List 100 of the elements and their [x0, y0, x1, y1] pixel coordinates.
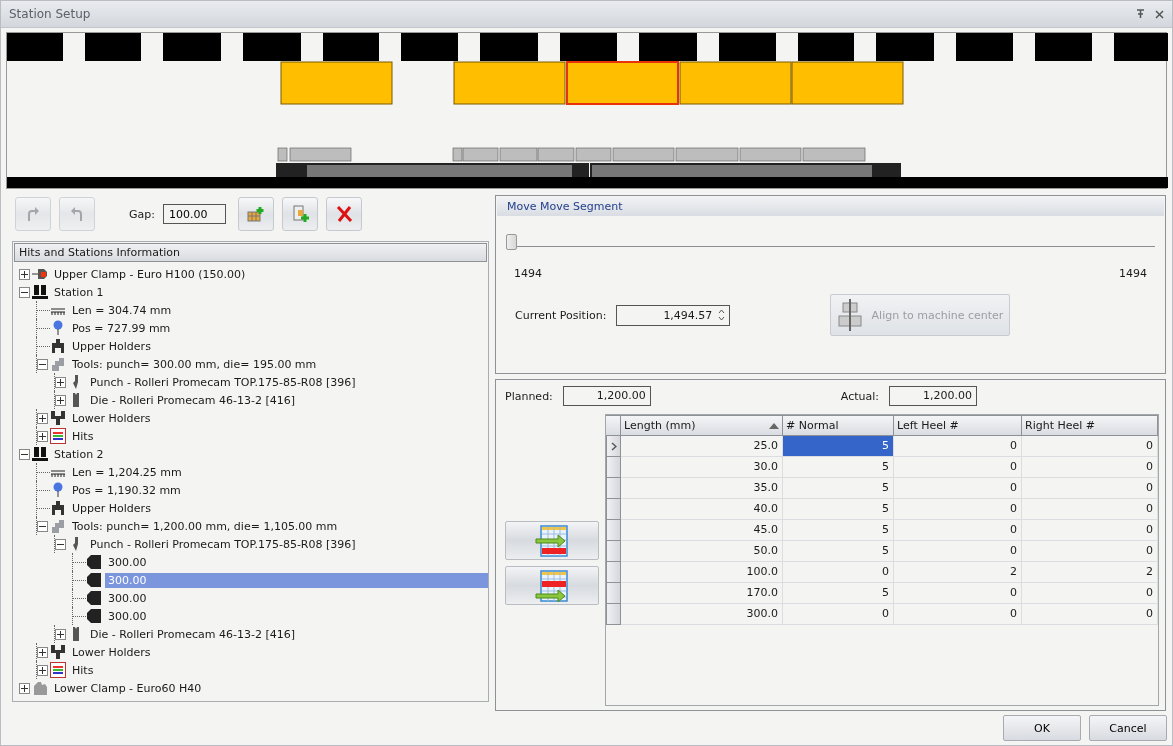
expand-icon[interactable]: [19, 682, 30, 694]
tree-item[interactable]: Len = 1,204.25 mm: [69, 464, 185, 480]
slider-min-label: 1494: [514, 267, 542, 280]
tree-item[interactable]: Station 2: [51, 446, 107, 462]
undo-icon: [69, 206, 85, 222]
planned-field[interactable]: 1,200.00: [562, 386, 651, 406]
table-cell: 0: [894, 436, 1022, 457]
table-cell: 0: [894, 583, 1022, 604]
expand-icon[interactable]: [55, 376, 66, 388]
row-indicator[interactable]: [606, 499, 621, 520]
row-indicator[interactable]: [606, 604, 621, 625]
table-cell: 170.0: [621, 583, 783, 604]
tree-item[interactable]: Lower Holders: [69, 644, 154, 660]
expand-icon[interactable]: [37, 646, 48, 658]
slider-track[interactable]: [506, 231, 1155, 247]
tree-item[interactable]: Upper Holders: [69, 500, 154, 516]
table-cell: 30.0: [621, 457, 783, 478]
table-cell: 0: [1022, 541, 1158, 562]
clamp-icon: [32, 680, 48, 696]
tree-item[interactable]: Lower Clamp - Euro60 H40: [51, 680, 205, 696]
tree-item[interactable]: Pos = 727.99 mm: [69, 320, 174, 336]
delete-icon: [334, 205, 353, 223]
collapse-icon[interactable]: [55, 538, 66, 550]
holder-icon: [50, 500, 66, 516]
tree-item[interactable]: Die - Rolleri Promecam 46-13-2 [416]: [87, 626, 299, 642]
delete-button[interactable]: [325, 197, 362, 231]
planned-label: Planned:: [505, 389, 553, 403]
expand-icon[interactable]: [55, 628, 66, 640]
actual-field[interactable]: 1,200.00: [889, 386, 977, 406]
tree-item[interactable]: 300.00: [105, 608, 150, 624]
table-arrow-icon: [535, 524, 569, 557]
holder-icon: [50, 338, 66, 354]
table-cell: 5: [783, 499, 894, 520]
row-indicator[interactable]: [606, 478, 621, 499]
column-header[interactable]: # Normal: [783, 415, 894, 436]
slider-thumb[interactable]: [506, 234, 517, 250]
tree-item[interactable]: Upper Holders: [69, 338, 154, 354]
tree-item[interactable]: Hits: [69, 428, 97, 444]
table-cell: 0: [783, 562, 894, 583]
tree-item[interactable]: Tools: punch= 300.00 mm, die= 195.00 mm: [69, 356, 320, 372]
window-title: Station Setup: [9, 7, 91, 21]
table-cell: 0: [1022, 499, 1158, 520]
row-indicator[interactable]: [606, 520, 621, 541]
table-cell: 5: [783, 541, 894, 562]
column-header[interactable]: Right Heel #: [1022, 415, 1158, 436]
close-icon[interactable]: [1155, 9, 1164, 19]
move-rows-button[interactable]: [505, 566, 599, 605]
gap-field[interactable]: 100.00: [162, 204, 226, 224]
tree-item[interactable]: Punch - Rolleri Promecam TOP.175-85-R08 [396]: [87, 374, 359, 390]
panel-header: Hits and Stations Information: [14, 243, 487, 262]
add-station-button[interactable]: [237, 197, 274, 231]
table-cell: 0: [1022, 604, 1158, 625]
table-cell: 0: [1022, 583, 1158, 604]
table-cell: 100.0: [621, 562, 783, 583]
table-cell: 35.0: [621, 478, 783, 499]
holder-icon: [50, 410, 66, 426]
tools-icon: [50, 518, 66, 534]
tree-item[interactable]: Station 1: [51, 284, 107, 300]
tree-item[interactable]: Len = 304.74 mm: [69, 302, 175, 318]
row-indicator[interactable]: [606, 583, 621, 604]
collapse-icon[interactable]: [37, 358, 48, 370]
row-indicator[interactable]: [606, 457, 621, 478]
expand-icon[interactable]: [37, 412, 48, 424]
expand-icon[interactable]: [37, 664, 48, 676]
tree-item[interactable]: Lower Holders: [69, 410, 154, 426]
column-header[interactable]: Left Heel #: [894, 415, 1022, 436]
move-rows-button[interactable]: [505, 521, 599, 560]
expand-icon[interactable]: [19, 268, 30, 280]
row-indicator[interactable]: [606, 436, 621, 457]
tree-item[interactable]: Tools: punch= 1,200.00 mm, die= 1,105.00 mm: [69, 518, 341, 534]
expand-icon[interactable]: [55, 394, 66, 406]
position-spin-field[interactable]: 1,494.57: [616, 304, 731, 326]
tree-item[interactable]: Punch - Rolleri Promecam TOP.175-85-R08 [396]: [87, 536, 359, 552]
tree-item[interactable]: Hits: [69, 662, 97, 678]
tree-item[interactable]: Pos = 1,190.32 mm: [69, 482, 184, 498]
insert-station-button[interactable]: [281, 197, 318, 231]
column-header[interactable]: Length (mm): [621, 415, 783, 436]
expand-icon[interactable]: [37, 430, 48, 442]
table-cell: 5: [783, 478, 894, 499]
tree-item[interactable]: 300.00: [105, 590, 150, 606]
pin-icon[interactable]: [1136, 9, 1145, 19]
row-indicator[interactable]: [606, 541, 621, 562]
tools-icon: [50, 356, 66, 372]
table-cell: 0: [1022, 436, 1158, 457]
add-table-icon: [246, 206, 265, 222]
grid-icon: [50, 428, 66, 444]
table-cell: 40.0: [621, 499, 783, 520]
ok-button[interactable]: OK: [1003, 715, 1081, 741]
add-column-icon: [290, 205, 309, 223]
table-cell: 0: [894, 541, 1022, 562]
collapse-icon[interactable]: [19, 286, 30, 298]
tree-item[interactable]: Die - Rolleri Promecam 46-13-2 [416]: [87, 392, 299, 408]
collapse-icon[interactable]: [19, 448, 30, 460]
row-indicator[interactable]: [606, 562, 621, 583]
table-cell: 0: [783, 604, 894, 625]
collapse-icon[interactable]: [37, 520, 48, 532]
tree-item[interactable]: 300.00: [105, 554, 150, 570]
tree-item[interactable]: Upper Clamp - Euro H100 (150.00): [51, 266, 249, 282]
spin-arrows-icon[interactable]: [718, 308, 726, 322]
cancel-button[interactable]: Cancel: [1089, 715, 1167, 741]
